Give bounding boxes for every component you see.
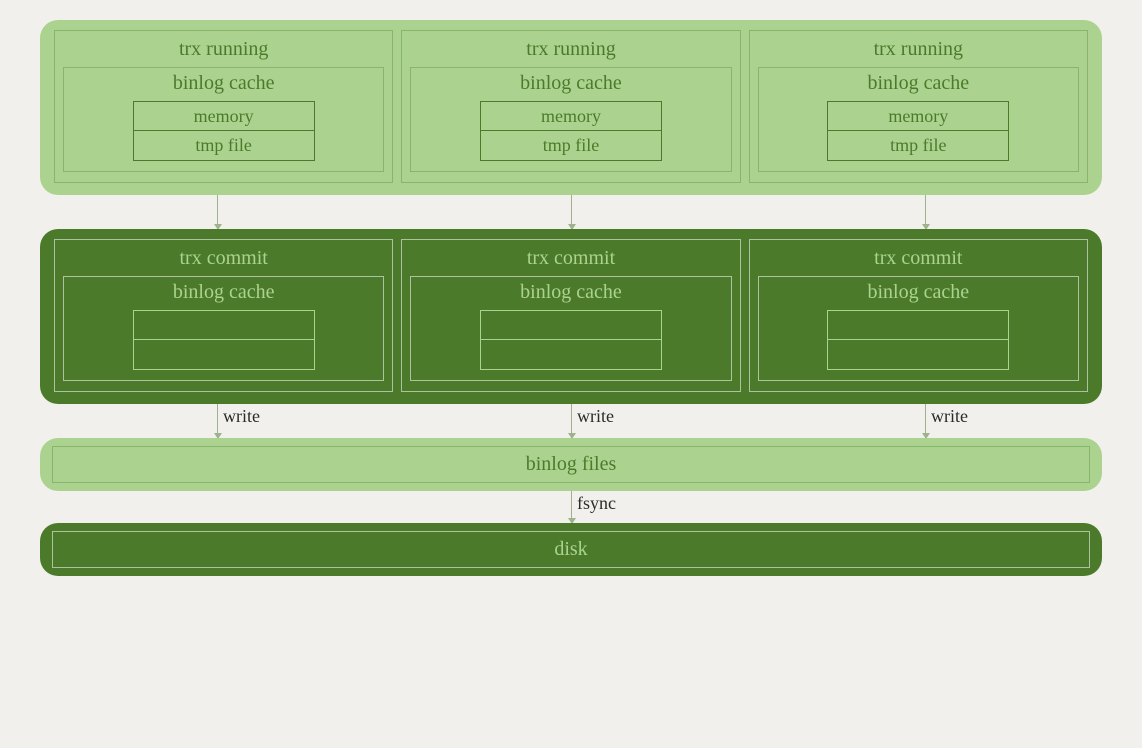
trx-commit-col: trx commit binlog cache xyxy=(54,239,393,392)
trx-running-title: trx running xyxy=(63,35,384,63)
arrow-fsync: fsync xyxy=(40,491,1102,523)
empty-cell xyxy=(133,310,315,340)
empty-cell xyxy=(827,340,1009,370)
arrow-icon: write xyxy=(40,404,394,438)
binlog-cache-box: binlog cache memory tmp file xyxy=(758,67,1079,172)
arrow-icon xyxy=(748,195,1102,229)
arrow-icon xyxy=(394,195,748,229)
stage1-row: trx running binlog cache memory tmp file… xyxy=(54,30,1088,183)
binlog-cache-label: binlog cache xyxy=(419,281,722,304)
trx-commit-title: trx commit xyxy=(410,244,731,272)
stage-trx-running: trx running binlog cache memory tmp file… xyxy=(40,20,1102,195)
tmpfile-cell: tmp file xyxy=(480,131,662,161)
trx-running-col: trx running binlog cache memory tmp file xyxy=(54,30,393,183)
tmpfile-cell: tmp file xyxy=(133,131,315,161)
binlog-cache-box: binlog cache xyxy=(758,276,1079,381)
arrows-write: write write write xyxy=(40,404,1102,438)
binlog-cache-box: binlog cache memory tmp file xyxy=(63,67,384,172)
arrows-running-to-commit xyxy=(40,195,1102,229)
cache-cells xyxy=(133,310,315,370)
empty-cell xyxy=(480,310,662,340)
arrow-icon xyxy=(40,195,394,229)
stage-disk: disk xyxy=(40,523,1102,576)
binlog-cache-box: binlog cache xyxy=(63,276,384,381)
disk-label: disk xyxy=(52,531,1090,568)
arrow-icon: write xyxy=(748,404,1102,438)
trx-commit-title: trx commit xyxy=(758,244,1079,272)
binlog-cache-label: binlog cache xyxy=(72,281,375,304)
arrow-icon xyxy=(571,491,572,523)
trx-commit-col: trx commit binlog cache xyxy=(401,239,740,392)
binlog-cache-label: binlog cache xyxy=(767,281,1070,304)
binlog-cache-box: binlog cache memory tmp file xyxy=(410,67,731,172)
stage-trx-commit: trx commit binlog cache trx commit binlo… xyxy=(40,229,1102,404)
cache-cells xyxy=(480,310,662,370)
cache-cells: memory tmp file xyxy=(480,101,662,161)
trx-running-col: trx running binlog cache memory tmp file xyxy=(749,30,1088,183)
arrow-icon: write xyxy=(394,404,748,438)
binlog-cache-box: binlog cache xyxy=(410,276,731,381)
memory-cell: memory xyxy=(480,101,662,131)
empty-cell xyxy=(827,310,1009,340)
cache-cells: memory tmp file xyxy=(133,101,315,161)
binlog-cache-label: binlog cache xyxy=(419,72,722,95)
cache-cells xyxy=(827,310,1009,370)
arrow-label: write xyxy=(931,406,968,427)
trx-running-col: trx running binlog cache memory tmp file xyxy=(401,30,740,183)
trx-commit-title: trx commit xyxy=(63,244,384,272)
binlog-cache-label: binlog cache xyxy=(767,72,1070,95)
trx-running-title: trx running xyxy=(410,35,731,63)
binlog-files-label: binlog files xyxy=(52,446,1090,483)
trx-running-title: trx running xyxy=(758,35,1079,63)
stage-binlog-files: binlog files xyxy=(40,438,1102,491)
empty-cell xyxy=(480,340,662,370)
memory-cell: memory xyxy=(827,101,1009,131)
tmpfile-cell: tmp file xyxy=(827,131,1009,161)
cache-cells: memory tmp file xyxy=(827,101,1009,161)
arrow-label: write xyxy=(223,406,260,427)
arrow-label: fsync xyxy=(577,493,616,514)
arrow-label: write xyxy=(577,406,614,427)
empty-cell xyxy=(133,340,315,370)
stage2-row: trx commit binlog cache trx commit binlo… xyxy=(54,239,1088,392)
memory-cell: memory xyxy=(133,101,315,131)
binlog-cache-label: binlog cache xyxy=(72,72,375,95)
trx-commit-col: trx commit binlog cache xyxy=(749,239,1088,392)
